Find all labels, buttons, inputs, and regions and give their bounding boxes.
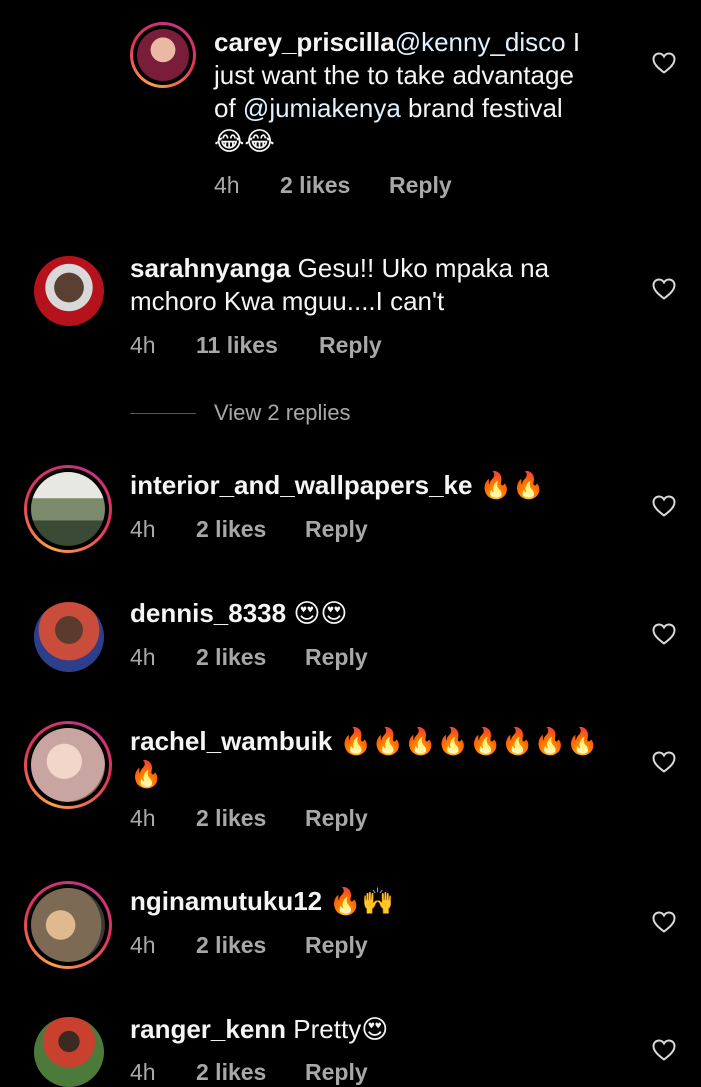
comment-text: rachel_wambuik 🔥🔥🔥🔥🔥🔥🔥🔥 🔥 (130, 725, 630, 791)
reply-button[interactable]: Reply (319, 332, 382, 359)
heart-icon[interactable] (652, 1039, 676, 1061)
comment-meta: 4h 2 likes Reply (130, 516, 368, 543)
comment-meta: 4h 2 likes Reply (214, 172, 452, 199)
comment-meta: 4h 2 likes Reply (130, 932, 368, 959)
comment-meta: 4h 2 likes Reply (130, 805, 368, 832)
timestamp: 4h (214, 172, 240, 198)
emoji: 😍😍 (286, 598, 348, 628)
emoji: 🔥🙌 (322, 886, 395, 916)
comment-meta: 4h 2 likes Reply (130, 644, 368, 671)
reply-button[interactable]: Reply (305, 1059, 368, 1086)
timestamp: 4h (130, 1059, 156, 1085)
username[interactable]: dennis_8338 (130, 598, 286, 628)
likes-count[interactable]: 2 likes (280, 172, 389, 199)
likes-count[interactable]: 2 likes (196, 932, 305, 959)
username[interactable]: sarahnyanga (130, 253, 290, 283)
mention-link[interactable]: @kenny_disco (395, 27, 566, 57)
likes-count[interactable]: 2 likes (196, 516, 305, 543)
avatar[interactable] (24, 721, 112, 809)
view-replies-label: View 2 replies (214, 400, 351, 425)
comment-text: dennis_8338 😍😍 (130, 597, 630, 630)
comment-text: interior_and_wallpapers_ke 🔥🔥 (130, 469, 630, 502)
timestamp: 4h (130, 516, 156, 542)
avatar[interactable] (24, 881, 112, 969)
reply-button[interactable]: Reply (305, 516, 368, 543)
emoji: 🔥🔥🔥🔥🔥🔥🔥🔥 (332, 726, 599, 756)
likes-count[interactable]: 11 likes (196, 332, 319, 359)
comment-text: sarahnyanga Gesu!! Uko mpaka na mchoro K… (130, 253, 550, 316)
emoji: 😍 (361, 1014, 389, 1044)
heart-icon[interactable] (652, 52, 676, 74)
heart-icon[interactable] (652, 278, 676, 300)
reply-button[interactable]: Reply (305, 805, 368, 832)
username[interactable]: rachel_wambuik (130, 726, 332, 756)
emoji: 😂😂 (214, 126, 275, 156)
comment-meta: 4h 2 likes Reply (130, 1059, 368, 1086)
reply-button[interactable]: Reply (389, 172, 452, 199)
likes-count[interactable]: 2 likes (196, 1059, 305, 1086)
comment-text: nginamutuku12 🔥🙌 (130, 885, 630, 918)
view-replies-button[interactable]: View 2 replies (130, 400, 351, 426)
reply-button[interactable]: Reply (305, 932, 368, 959)
heart-icon[interactable] (652, 911, 676, 933)
timestamp: 4h (130, 805, 156, 831)
avatar[interactable] (34, 256, 104, 326)
likes-count[interactable]: 2 likes (196, 644, 305, 671)
likes-count[interactable]: 2 likes (196, 805, 305, 832)
reply-button[interactable]: Reply (305, 644, 368, 671)
comment-text: ranger_kenn Pretty😍 (130, 1014, 389, 1044)
divider (130, 412, 196, 414)
mention-link[interactable]: @jumiakenya (243, 93, 401, 123)
timestamp: 4h (130, 332, 156, 358)
heart-icon[interactable] (652, 751, 676, 773)
emoji: 🔥🔥 (472, 470, 545, 500)
comment-meta: 4h 11 likes Reply (130, 332, 382, 359)
username[interactable]: nginamutuku12 (130, 886, 322, 916)
avatar[interactable] (24, 465, 112, 553)
timestamp: 4h (130, 932, 156, 958)
comment-text: carey_priscilla@kenny_disco I just want … (214, 27, 581, 156)
avatar[interactable] (130, 22, 196, 88)
timestamp: 4h (130, 644, 156, 670)
emoji: 🔥 (130, 759, 163, 789)
avatar[interactable] (34, 602, 104, 672)
username[interactable]: interior_and_wallpapers_ke (130, 470, 472, 500)
avatar[interactable] (34, 1017, 104, 1087)
username[interactable]: carey_priscilla (214, 27, 395, 57)
heart-icon[interactable] (652, 623, 676, 645)
heart-icon[interactable] (652, 495, 676, 517)
username[interactable]: ranger_kenn (130, 1014, 286, 1044)
